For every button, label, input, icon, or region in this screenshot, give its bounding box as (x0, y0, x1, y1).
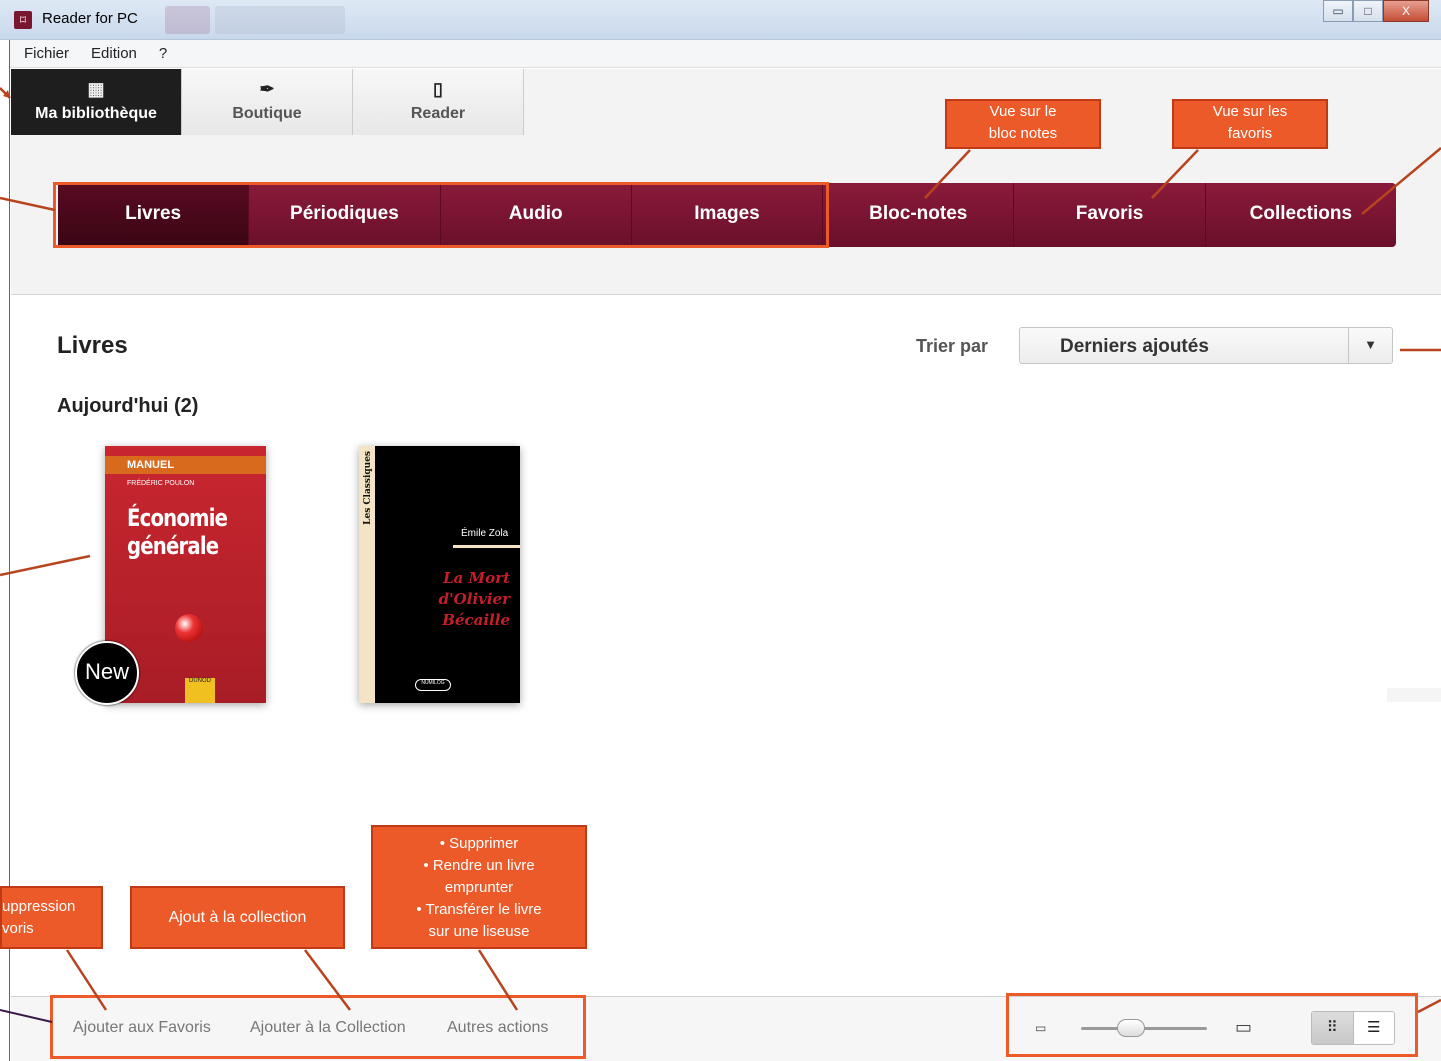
tablet-icon: ▯ (433, 79, 443, 99)
minimize-button[interactable]: ▭ (1323, 0, 1353, 22)
category-collections[interactable]: Collections (1206, 183, 1396, 247)
maximize-button[interactable]: □ (1353, 0, 1383, 22)
background-window-thumbnail (165, 6, 210, 34)
book-title: La Mort d'Olivier Bécaille (438, 569, 510, 629)
book-spine: Les Classiques (359, 446, 375, 703)
library-content: Livres Trier par Derniers ajoutés ▼ Aujo… (11, 296, 1441, 705)
background-window-thumbnail (215, 6, 345, 34)
annotation-frame-view (1006, 993, 1418, 1057)
annotation-callout-notes: Vue sur le bloc notes (945, 99, 1101, 149)
window-title: Reader for PC (42, 10, 138, 27)
book-series: MANUEL (105, 456, 266, 474)
nav-tab-label: Boutique (232, 105, 302, 122)
feather-icon: ✒ (259, 79, 275, 99)
nav-tab-library[interactable]: ▦ Ma bibliothèque (11, 69, 182, 135)
page-title: Livres (57, 332, 128, 359)
sort-label: Trier par (916, 336, 989, 356)
cover-rule (453, 545, 520, 548)
book-author: FRÉDÉRIC POULON (127, 480, 195, 487)
window-controls: ▭ □ X (1323, 0, 1429, 22)
menu-help[interactable]: ? (159, 45, 167, 62)
book-series: Les Classiques (363, 451, 373, 525)
nav-tab-reader[interactable]: ▯ Reader (353, 69, 524, 135)
menu-bar: Fichier Edition ? (10, 40, 1441, 68)
app-logo-icon: ⌑ (14, 11, 32, 29)
annotation-callout-favorites: Vue sur les favoris (1172, 99, 1328, 149)
menu-file[interactable]: Fichier (24, 45, 69, 62)
cover-illustration (175, 614, 203, 642)
scroll-area[interactable] (1387, 688, 1441, 702)
annotation-callout-suppression: uppression voris (0, 886, 103, 949)
sort-selected-value: Derniers ajoutés (1060, 336, 1209, 357)
book-title: Économie générale (127, 504, 228, 560)
annotation-frame-categories (53, 182, 829, 248)
group-title: Aujourd'hui (2) (57, 395, 199, 417)
book-publisher: NUMILOG (415, 679, 451, 691)
title-bar: ⌑ Reader for PC ▭ □ X (0, 0, 1441, 40)
nav-tab-store[interactable]: ✒ Boutique (182, 69, 353, 135)
annotation-callout-collection: Ajout à la collection (130, 886, 345, 949)
category-notes[interactable]: Bloc-notes (823, 183, 1015, 247)
menu-edit[interactable]: Edition (91, 45, 137, 62)
book-author: Émile Zola (461, 528, 509, 539)
chevron-down-icon[interactable]: ▼ (1348, 328, 1392, 363)
nav-tab-label: Ma bibliothèque (35, 105, 157, 122)
new-badge: New (75, 641, 139, 705)
annotation-callout-other-actions: • Supprimer • Rendre un livre emprunter … (371, 825, 587, 949)
nav-tab-label: Reader (410, 105, 466, 122)
book-cover[interactable]: Les Classiques Émile Zola La Mort d'Oliv… (359, 446, 520, 703)
sort-dropdown[interactable]: Derniers ajoutés ▼ (1019, 327, 1393, 364)
category-favorites[interactable]: Favoris (1014, 183, 1206, 247)
library-icon: ▦ (87, 79, 105, 99)
annotation-frame-actions (50, 995, 586, 1059)
book-publisher: DUNOD (185, 678, 215, 703)
close-button[interactable]: X (1383, 0, 1429, 22)
